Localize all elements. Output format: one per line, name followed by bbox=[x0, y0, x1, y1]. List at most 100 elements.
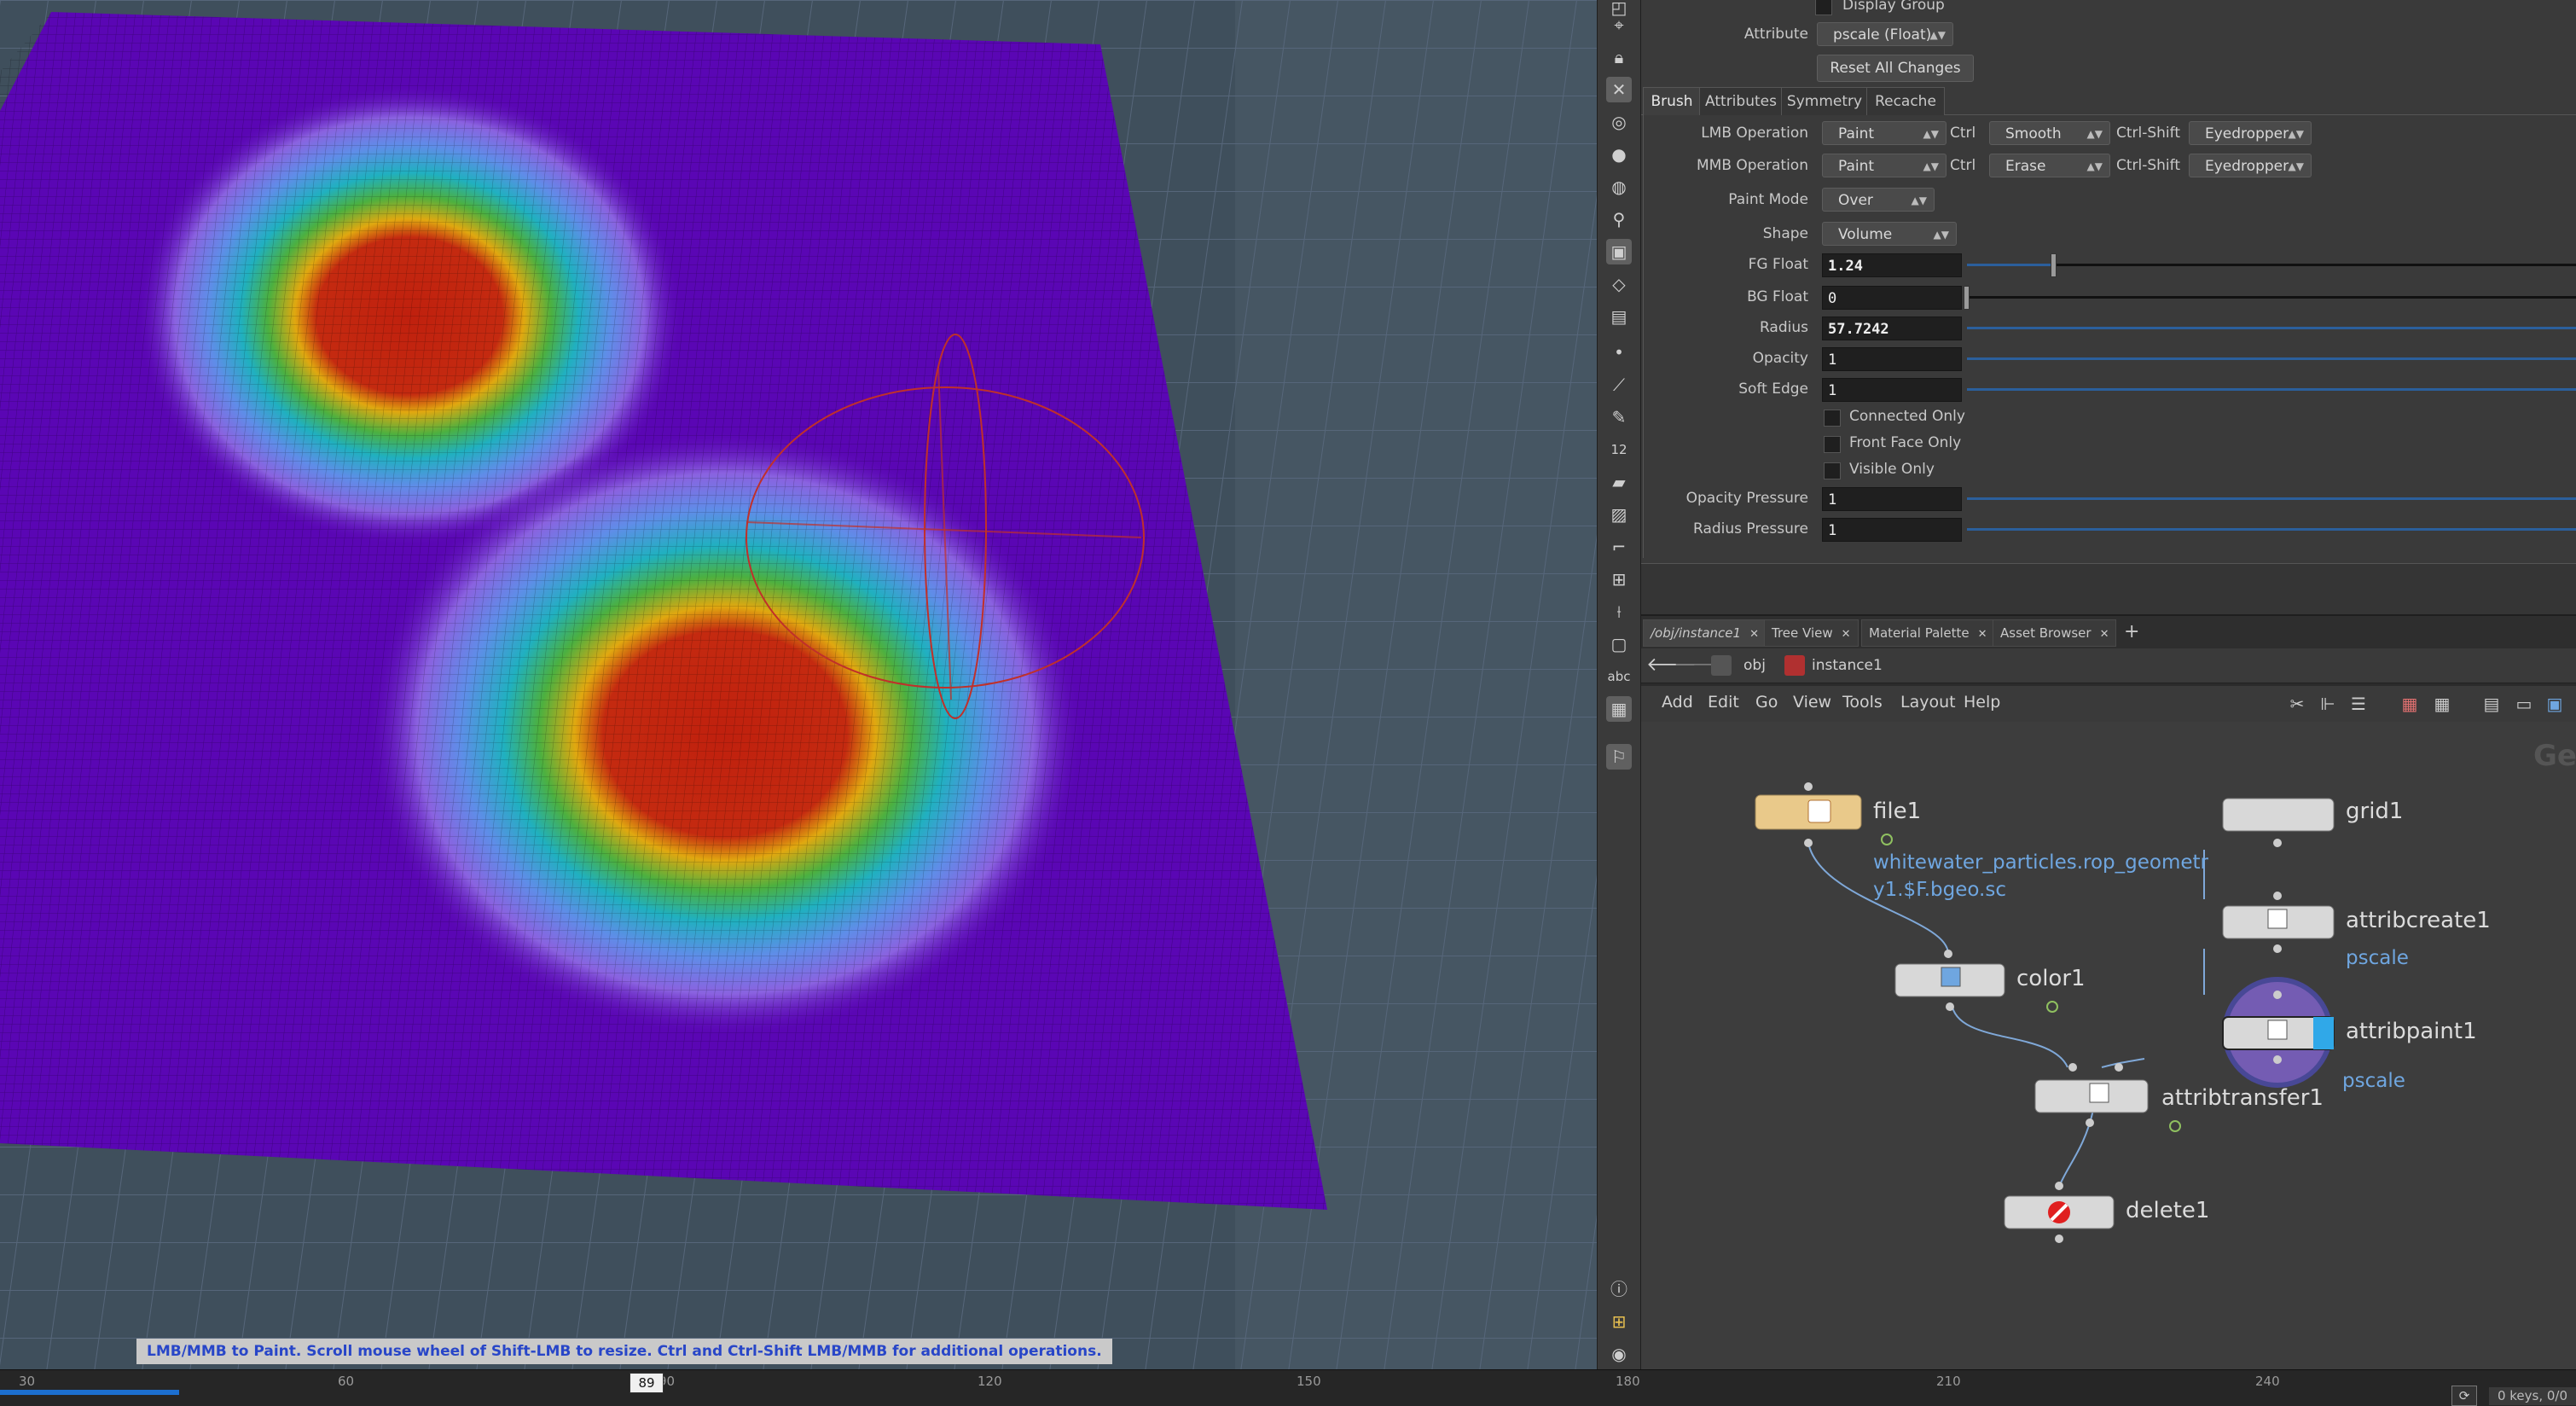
eye-icon[interactable]: ◉ bbox=[1606, 1341, 1632, 1367]
front-face-only-checkbox[interactable] bbox=[1824, 436, 1841, 453]
fg-float-slider-track[interactable] bbox=[1967, 264, 2576, 266]
close-icon[interactable]: ✕ bbox=[1749, 628, 1759, 641]
lmb-operation-dropdown[interactable]: Paint ▲▼ bbox=[1822, 121, 1947, 145]
refresh-icon[interactable]: ⟳ bbox=[2451, 1386, 2477, 1406]
breadcrumb-instance1[interactable]: instance1 bbox=[1812, 654, 1883, 677]
lmb-ctrl-dropdown[interactable]: Smooth ▲▼ bbox=[1989, 121, 2110, 145]
tab-asset-browser[interactable]: Asset Browser ✕ bbox=[1993, 619, 2117, 647]
menu-tools[interactable]: Tools bbox=[1842, 693, 1883, 712]
brush-icon[interactable]: ⟋ bbox=[1606, 372, 1632, 398]
list-icon[interactable]: ☰ bbox=[2347, 693, 2370, 715]
shape-dropdown[interactable]: Volume ▲▼ bbox=[1822, 222, 1957, 246]
pin-icon[interactable]: ⚲ bbox=[1606, 206, 1632, 232]
breadcrumb-obj[interactable]: obj bbox=[1743, 654, 1766, 677]
attribute-dropdown[interactable]: pscale (Float) ▲▼ bbox=[1817, 22, 1953, 46]
network-editor[interactable]: file1 whitewater_particles.rop_geometr y… bbox=[1641, 722, 2576, 1369]
close-icon[interactable]: ✕ bbox=[2100, 628, 2109, 641]
timeline-range-indicator bbox=[0, 1390, 179, 1395]
wrench-icon[interactable]: ✂ bbox=[2286, 693, 2308, 715]
opacity-pressure-slider[interactable] bbox=[1967, 497, 2576, 500]
radius-pressure-slider[interactable] bbox=[1967, 528, 2576, 531]
box-icon[interactable]: ▢ bbox=[1606, 631, 1632, 657]
text-icon[interactable]: abc bbox=[1606, 664, 1632, 689]
close-icon[interactable]: ✕ bbox=[1842, 628, 1851, 641]
node-attribtransfer1[interactable] bbox=[2034, 1063, 2181, 1132]
layout-icon[interactable]: ⊞ bbox=[1606, 1309, 1632, 1334]
node-grid1[interactable] bbox=[2222, 798, 2335, 847]
menu-help[interactable]: Help bbox=[1964, 693, 2000, 712]
notes-icon[interactable]: ▭ bbox=[2513, 693, 2535, 715]
point-icon[interactable]: • bbox=[1606, 340, 1632, 365]
color-palette-icon[interactable]: ▦ bbox=[2399, 693, 2421, 715]
menu-add[interactable]: Add bbox=[1662, 693, 1693, 712]
paint-icon[interactable]: ▰ bbox=[1606, 469, 1632, 495]
light-icon[interactable]: ● bbox=[1606, 142, 1632, 167]
grid-view-icon[interactable]: ▦ bbox=[2431, 693, 2453, 715]
node-attribpaint1[interactable] bbox=[2222, 977, 2335, 1088]
tab-symmetry[interactable]: Symmetry bbox=[1781, 87, 1868, 115]
bg-float-slider-track[interactable] bbox=[1967, 296, 2576, 299]
paint-mode-dropdown[interactable]: Over ▲▼ bbox=[1822, 188, 1935, 212]
close-icon[interactable]: ✕ bbox=[1978, 628, 1987, 641]
mmb-operation-dropdown[interactable]: Paint ▲▼ bbox=[1822, 154, 1947, 177]
number-icon[interactable]: 12 bbox=[1606, 437, 1632, 462]
opacity-field[interactable]: 1 bbox=[1822, 347, 1962, 371]
marker-icon[interactable]: ⚐ bbox=[1606, 744, 1632, 770]
node-attribcreate1[interactable] bbox=[2222, 892, 2335, 953]
tab-tree-view[interactable]: Tree View ✕ bbox=[1764, 619, 1859, 647]
node-graph[interactable] bbox=[1641, 722, 2576, 1369]
visible-only-checkbox[interactable] bbox=[1824, 462, 1841, 479]
snap-icon[interactable]: ◎ bbox=[1606, 109, 1632, 135]
view-icon[interactable]: ⌖ bbox=[1606, 12, 1632, 38]
opacity-pressure-field[interactable]: 1 bbox=[1822, 487, 1962, 511]
handle-icon[interactable]: ✕ bbox=[1606, 77, 1632, 102]
tab-brush[interactable]: Brush bbox=[1643, 87, 1701, 115]
grid-icon[interactable]: ⊞ bbox=[1606, 566, 1632, 592]
fg-float-slider-handle[interactable] bbox=[2051, 253, 2057, 277]
wire-icon[interactable]: ◇ bbox=[1606, 271, 1632, 297]
menu-layout[interactable]: Layout bbox=[1900, 693, 1956, 712]
soft-edge-field[interactable]: 1 bbox=[1822, 378, 1962, 402]
bg-float-slider-handle[interactable] bbox=[1964, 286, 1970, 310]
opacity-slider[interactable] bbox=[1967, 357, 2576, 360]
tree-icon[interactable]: ⊩ bbox=[2317, 693, 2339, 715]
tab-recache[interactable]: Recache bbox=[1866, 87, 1945, 115]
lmb-ctrl-shift-dropdown[interactable]: Eyedropper ▲▼ bbox=[2189, 121, 2312, 145]
node-file1[interactable] bbox=[1755, 782, 1893, 847]
radius-pressure-field[interactable]: 1 bbox=[1822, 518, 1962, 542]
current-frame-marker[interactable]: 89 bbox=[629, 1373, 664, 1393]
light-add-icon[interactable]: ◍ bbox=[1606, 174, 1632, 200]
reset-all-changes-button[interactable]: Reset All Changes bbox=[1817, 55, 1974, 82]
mmb-ctrl-shift-dropdown[interactable]: Eyedropper ▲▼ bbox=[2189, 154, 2312, 177]
image-icon[interactable]: ▦ bbox=[1606, 696, 1632, 722]
radius-slider[interactable] bbox=[1967, 327, 2576, 329]
edit-icon[interactable]: ⟊ bbox=[1606, 599, 1632, 625]
connected-only-checkbox[interactable] bbox=[1824, 410, 1841, 427]
info-icon[interactable]: ⓘ bbox=[1606, 1276, 1632, 1302]
tab-material-palette[interactable]: Material Palette ✕ bbox=[1861, 619, 1995, 647]
camera-icon[interactable]: ▣ bbox=[1606, 239, 1632, 264]
layout-icon[interactable]: ▤ bbox=[2480, 693, 2503, 715]
scene-canvas[interactable] bbox=[0, 0, 1597, 1369]
soft-edge-slider[interactable] bbox=[1967, 388, 2576, 391]
tab-obj-instance1[interactable]: /obj/instance1 ✕ bbox=[1643, 619, 1767, 647]
pen-icon[interactable]: ✎ bbox=[1606, 404, 1632, 430]
bg-float-field[interactable]: 0 bbox=[1822, 286, 1962, 310]
add-tab-button[interactable]: + bbox=[2117, 619, 2146, 645]
node-delete1[interactable] bbox=[2004, 1182, 2115, 1243]
stamp-icon[interactable]: ▨ bbox=[1606, 502, 1632, 527]
curve-icon[interactable]: ⌐ bbox=[1606, 534, 1632, 560]
display-group-checkbox[interactable] bbox=[1815, 0, 1832, 15]
scene-viewport[interactable]: LMB/MMB to Paint. Scroll mouse wheel of … bbox=[0, 0, 1597, 1369]
radius-field[interactable]: 57.7242 bbox=[1822, 317, 1962, 340]
menu-go[interactable]: Go bbox=[1755, 693, 1778, 712]
menu-view[interactable]: View bbox=[1793, 693, 1831, 712]
fg-float-field[interactable]: 1.24 bbox=[1822, 253, 1962, 277]
lock-icon[interactable]: 🔒︎ bbox=[1606, 44, 1632, 70]
image-icon[interactable]: ▣ bbox=[2544, 693, 2566, 715]
timeline-bar[interactable] bbox=[0, 1369, 2576, 1406]
tab-attributes[interactable]: Attributes bbox=[1699, 87, 1783, 115]
mmb-ctrl-dropdown[interactable]: Erase ▲▼ bbox=[1989, 154, 2110, 177]
menu-edit[interactable]: Edit bbox=[1708, 693, 1739, 712]
render-icon[interactable]: ▤ bbox=[1606, 304, 1632, 329]
